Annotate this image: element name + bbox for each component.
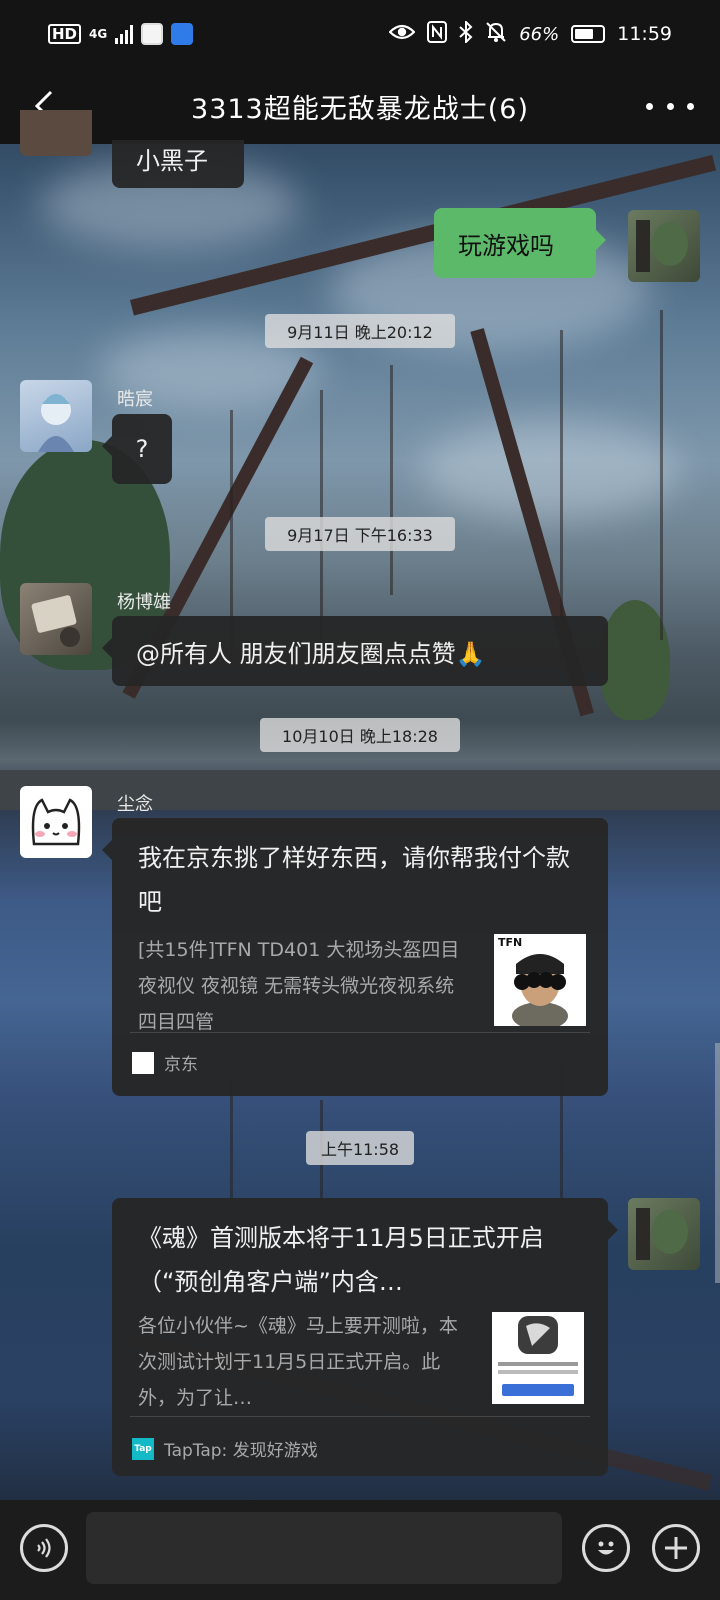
cat-avatar-image — [31, 798, 81, 846]
message-bubble[interactable]: @所有人 朋友们朋友圈点点赞🙏 — [102, 616, 608, 686]
input-bar — [0, 1500, 720, 1600]
voice-input-button[interactable] — [20, 1524, 68, 1572]
card-description: [共15件]TFN TD401 大视场头盔四目夜视仪 夜视镜 无需转头微光夜视系… — [138, 939, 460, 1033]
avatar-image — [636, 1208, 688, 1260]
card-divider — [130, 1416, 590, 1417]
clock: 11:59 — [617, 23, 672, 45]
card-source: 京东 — [132, 1050, 198, 1075]
taptap-icon: Tap — [132, 1437, 154, 1460]
scroll-indicator[interactable] — [715, 1043, 720, 1283]
jd-icon — [132, 1051, 154, 1074]
timestamp: 10月10日 晚上18:28 — [260, 718, 460, 752]
status-bar: HD 4G 66% 11:59 — [0, 0, 720, 68]
message-text: @所有人 朋友们朋友圈点点赞🙏 — [136, 639, 486, 668]
thumbnail-brand: TFN — [498, 936, 523, 949]
mute-bell-icon — [485, 21, 507, 48]
more-functions-button[interactable] — [652, 1524, 700, 1572]
avatar-image — [31, 595, 80, 647]
plus-icon — [665, 1537, 687, 1559]
battery-percent: 66% — [519, 23, 560, 45]
network-type: 4G — [89, 27, 108, 41]
dot-icon — [687, 102, 694, 110]
signal-icon — [115, 24, 134, 44]
jd-share-card[interactable]: 我在京东挑了样好东西，请你帮我付个款吧 [共15件]TFN TD401 大视场头… — [102, 818, 608, 1096]
chat-header: 3313超能无敌暴龙战士(6) — [0, 68, 720, 144]
avatar[interactable] — [20, 110, 92, 156]
message-input[interactable] — [86, 1512, 562, 1584]
avatar[interactable] — [20, 583, 92, 655]
message-bubble[interactable]: ? — [102, 414, 172, 484]
hd-indicator: HD — [48, 24, 82, 44]
sender-name: 尘念 — [117, 794, 153, 815]
source-name: TapTap: 发现好游戏 — [164, 1441, 318, 1461]
emoji-icon — [598, 1541, 614, 1555]
avatar[interactable] — [20, 380, 92, 452]
timestamp: 上午11:58 — [306, 1131, 414, 1165]
source-name: 京东 — [164, 1055, 198, 1075]
timestamp: 9月17日 下午16:33 — [265, 517, 455, 551]
sender-name: 晧宸 — [117, 389, 153, 410]
battery-icon — [571, 25, 606, 43]
message-bubble[interactable]: 小黑子 — [112, 140, 244, 188]
message-text: 玩游戏吗 — [458, 231, 554, 260]
card-title: 我在京东挑了样好东西，请你帮我付个款吧 — [138, 844, 570, 916]
avatar-self[interactable] — [628, 210, 700, 282]
nfc-icon — [427, 20, 448, 48]
taptap-share-card[interactable]: 《魂》首测版本将于11月5日正式开启（“预创角客户端”内含… 各位小伙伴~《魂》… — [112, 1198, 618, 1476]
dot-icon — [646, 102, 653, 110]
avatar-self[interactable] — [628, 1198, 700, 1270]
timestamp: 9月11日 晚上20:12 — [265, 314, 455, 348]
game-logo-image — [492, 1312, 584, 1404]
emoji-button[interactable] — [582, 1524, 630, 1572]
card-description: 各位小伙伴~《魂》马上要开测啦，本次测试计划于11月5日正式开启。此外，为了让… — [138, 1315, 458, 1409]
card-divider — [130, 1032, 590, 1033]
eye-comfort-icon — [388, 22, 416, 47]
sender-name: 杨博雄 — [117, 592, 171, 613]
message-text: ? — [135, 435, 149, 463]
avatar-image — [38, 394, 74, 452]
card-title: 《魂》首测版本将于11月5日正式开启（“预创角客户端”内含… — [138, 1224, 544, 1296]
chat-title: 3313超能无敌暴龙战士(6) — [191, 93, 529, 125]
avatar[interactable] — [20, 786, 92, 858]
card-source: Tap TapTap: 发现好游戏 — [132, 1436, 318, 1461]
bluetooth-icon — [459, 19, 473, 48]
message-bubble-self[interactable]: 玩游戏吗 — [434, 208, 606, 278]
message-text: 小黑子 — [136, 147, 208, 175]
product-thumbnail: TFN — [494, 934, 586, 1026]
more-options-button[interactable] — [646, 86, 694, 126]
notification-app-icon — [141, 23, 164, 45]
voice-icon — [37, 1538, 51, 1558]
notification-news-icon — [171, 23, 194, 45]
dot-icon — [666, 102, 674, 110]
avatar-image — [636, 220, 688, 272]
game-thumbnail — [492, 1312, 584, 1404]
